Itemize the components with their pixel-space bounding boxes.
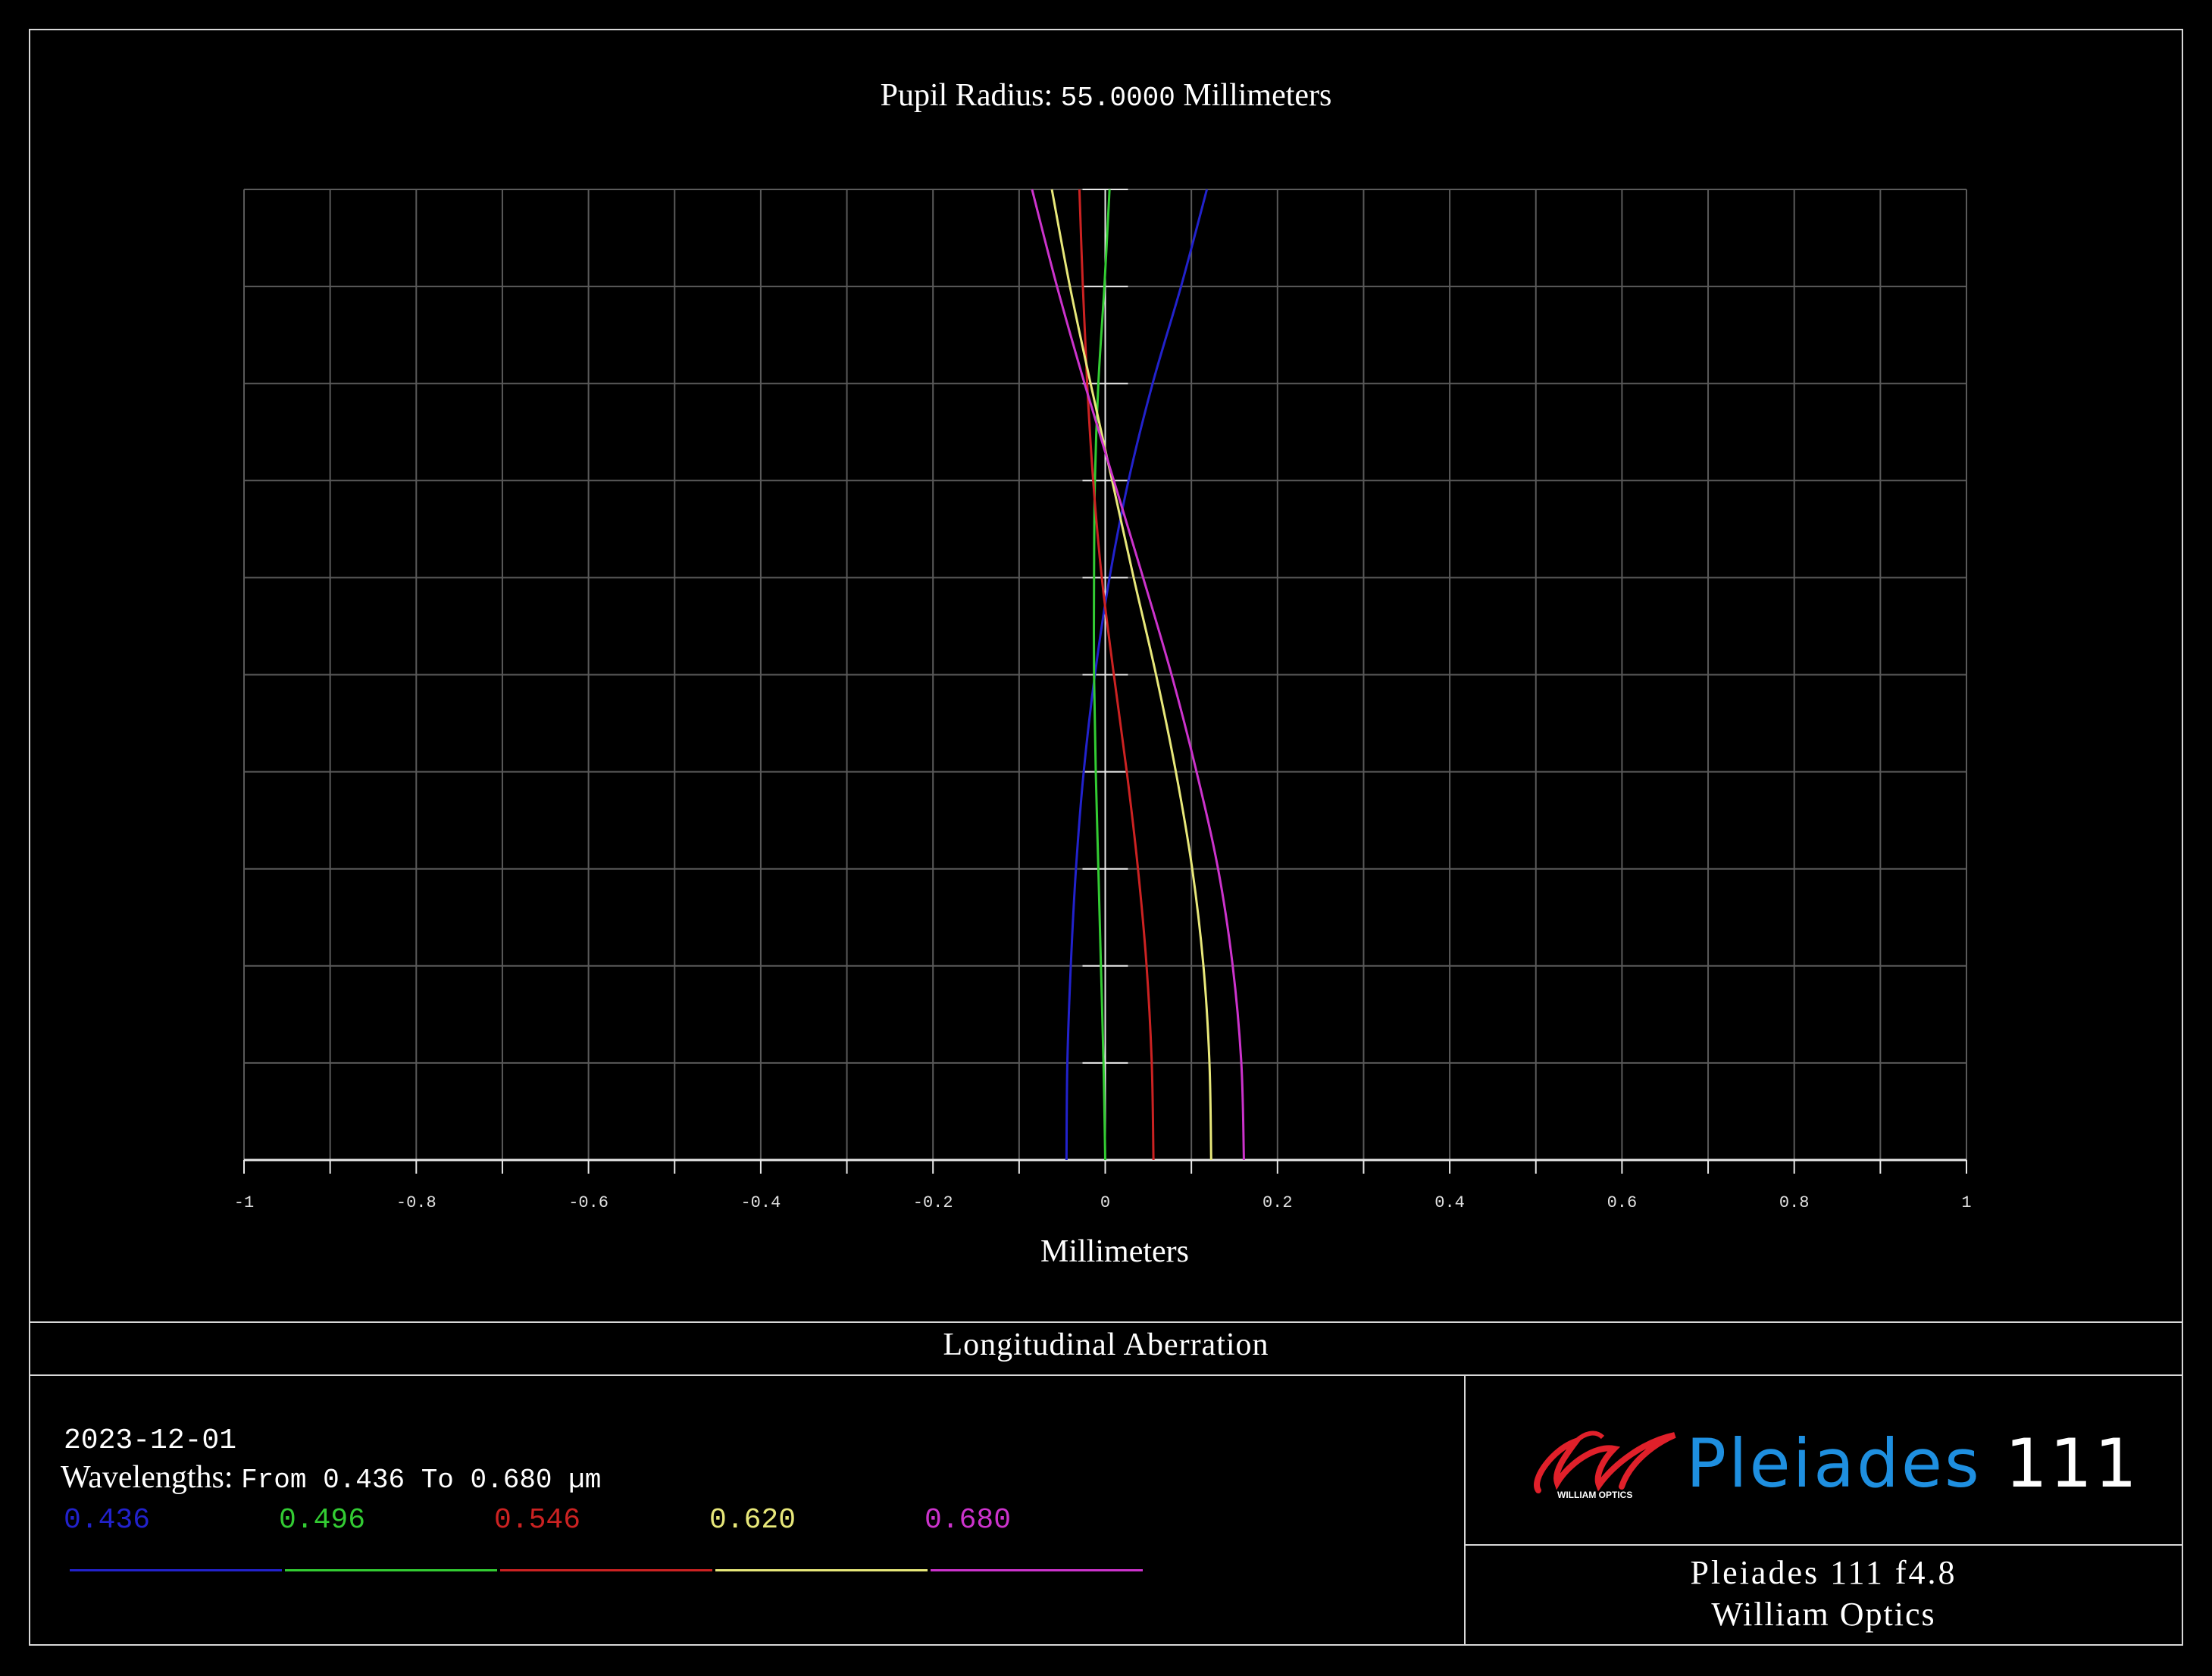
x-tick-label: -0.6 [568, 1193, 609, 1212]
x-tick-labels: -1 -0.8 -0.6 -0.4 -0.2 0 0.2 0.4 0.6 0.8 1 [234, 1193, 1972, 1212]
brand-name: Pleiades [1686, 1424, 1982, 1502]
x-axis-title: Millimeters [1040, 1234, 1189, 1269]
x-tick-label: -0.4 [740, 1193, 781, 1212]
x-tick-label: 0.2 [1262, 1193, 1293, 1212]
x-tick-label: 0.8 [1779, 1193, 1810, 1212]
aberration-chart: -1 -0.8 -0.6 -0.4 -0.2 0 0.2 0.4 0.6 0.8 1 [234, 189, 1972, 1212]
legend-swatch [931, 1569, 1143, 1571]
divider-title [29, 1374, 2183, 1376]
x-tick-label: -0.8 [396, 1193, 436, 1212]
divider-top [29, 1321, 2183, 1323]
brand-logo-text: Pleiades 111 [1686, 1424, 2139, 1502]
x-tick-label: 0.6 [1607, 1193, 1638, 1212]
lens-title: Pleiades 111 f4.8 [1690, 1554, 1957, 1591]
x-tick-label: 0 [1100, 1193, 1110, 1212]
x-tick-label: -0.2 [913, 1193, 953, 1212]
svg-text:WILLIAM OPTICS: WILLIAM OPTICS [1557, 1490, 1632, 1500]
wavelengths-line: Wavelengths: From 0.436 To 0.680 µm [61, 1459, 601, 1496]
legend-swatch [285, 1569, 497, 1571]
brand-number: 111 [2004, 1424, 2139, 1502]
legend-label: 0.436 [64, 1504, 151, 1537]
divider-info [1464, 1544, 2183, 1546]
legend-swatch [715, 1569, 928, 1571]
wavelengths-range: From 0.436 To 0.680 µm [241, 1465, 602, 1496]
panel-title: Longitudinal Aberration [943, 1327, 1269, 1362]
legend-label: 0.620 [709, 1504, 796, 1537]
wavelengths-label: Wavelengths: [61, 1460, 233, 1495]
william-optics-logo-icon: WILLIAM OPTICS [1534, 1431, 1676, 1500]
legend-label: 0.680 [925, 1504, 1012, 1537]
x-tick-label: 1 [1961, 1193, 1971, 1212]
company-name: William Optics [1711, 1596, 1936, 1633]
plot-date: 2023-12-01 [64, 1424, 237, 1457]
legend-label: 0.546 [494, 1504, 581, 1537]
x-tick-label: 0.4 [1435, 1193, 1465, 1212]
legend-swatch [500, 1569, 712, 1571]
legend-label: 0.496 [279, 1504, 366, 1537]
x-tick-label: -1 [234, 1193, 254, 1212]
legend-swatch [70, 1569, 282, 1571]
